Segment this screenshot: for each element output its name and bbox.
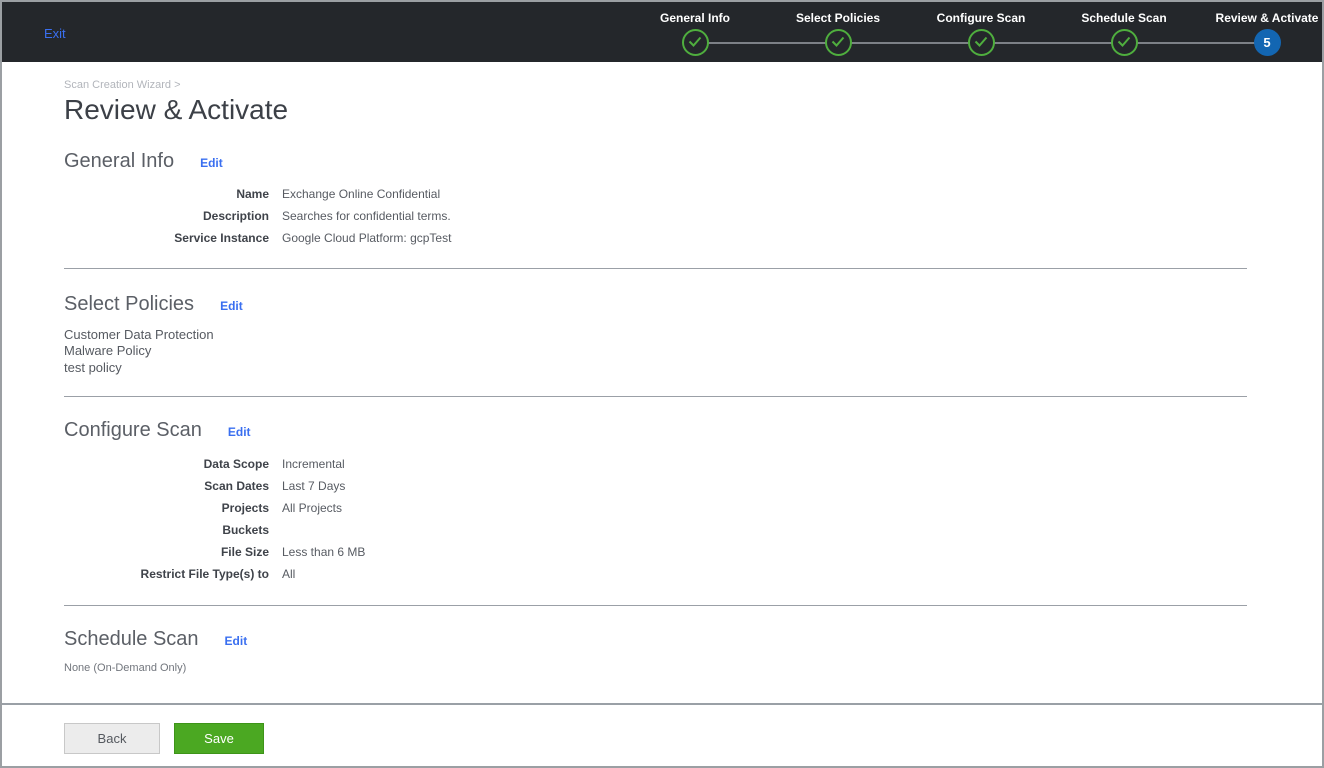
step-label: Review & Activate [1215, 11, 1319, 25]
step-label: General Info [659, 11, 730, 25]
step-general-info[interactable]: General Info [623, 11, 767, 56]
step-select-policies[interactable]: Select Policies [766, 11, 910, 56]
step-circle-complete [967, 29, 995, 56]
section-title: General Info [64, 150, 175, 172]
main-content: Scan Creation Wizard > Review & Activate… [2, 62, 1322, 675]
section-select-policies-header: Select Policies Edit [64, 293, 1322, 315]
general-info-fields: Name Exchange Online Confidential Descri… [64, 187, 1322, 253]
step-label: Configure Scan [936, 11, 1026, 25]
breadcrumb: Scan Creation Wizard > [64, 62, 1322, 92]
field-row-scan-dates: Scan Dates Last 7 Days [64, 479, 1322, 501]
policy-item: Customer Data Protection [64, 327, 214, 342]
footer-divider [2, 703, 1322, 705]
field-row-description: Description Searches for confidential te… [64, 209, 1322, 231]
field-value: Searches for confidential terms. [282, 209, 451, 223]
section-divider [64, 395, 1247, 397]
step-label: Select Policies [795, 11, 881, 25]
field-value: Google Cloud Platform: gcpTest [282, 231, 452, 245]
field-label: Scan Dates [204, 478, 269, 493]
field-row-file-size: File Size Less than 6 MB [64, 545, 1322, 567]
step-label: Schedule Scan [1081, 11, 1167, 25]
field-label: Data Scope [203, 456, 269, 471]
field-label: Description [202, 209, 269, 223]
configure-scan-fields: Data Scope Incremental Scan Dates Last 7… [64, 457, 1322, 589]
field-value: All Projects [282, 500, 343, 515]
policy-item: test policy [64, 359, 122, 375]
step-circle-current: 5 [1253, 29, 1281, 56]
field-value: All [282, 566, 296, 581]
check-icon [688, 34, 702, 52]
step-number: 5 [1263, 35, 1271, 50]
back-button[interactable]: Back [64, 723, 160, 754]
footer-buttons: Back Save [64, 723, 264, 754]
edit-schedule-scan-link[interactable]: Edit [225, 634, 248, 648]
field-value: Incremental [282, 456, 345, 471]
save-button[interactable]: Save [174, 723, 264, 754]
field-value: Last 7 Days [282, 478, 346, 493]
field-label: Service Instance [174, 231, 269, 245]
page-title: Review & Activate [64, 94, 289, 125]
field-row-data-scope: Data Scope Incremental [64, 457, 1322, 479]
field-row-restrict-file-types: Restrict File Type(s) to All [64, 567, 1322, 589]
field-label: Restrict File Type(s) to [140, 566, 269, 581]
field-value: Exchange Online Confidential [282, 187, 441, 201]
field-row-service-instance: Service Instance Google Cloud Platform: … [64, 231, 1322, 253]
step-schedule-scan[interactable]: Schedule Scan [1052, 11, 1196, 56]
step-circle-complete [1110, 29, 1138, 56]
field-label: Buckets [222, 522, 269, 537]
breadcrumb-separator: > [174, 79, 181, 91]
section-title: Select Policies [64, 293, 195, 315]
field-label: File Size [220, 544, 269, 559]
policy-item: Malware Policy [64, 343, 152, 359]
section-divider [64, 268, 1247, 269]
section-title: Configure Scan [64, 418, 202, 441]
section-general-info-header: General Info Edit [64, 150, 1322, 172]
step-circle-complete [824, 29, 852, 56]
section-divider [64, 604, 1247, 606]
edit-select-policies-link[interactable]: Edit [220, 299, 243, 313]
check-icon [1117, 34, 1131, 52]
breadcrumb-link[interactable]: Scan Creation Wizard [64, 79, 171, 91]
edit-general-info-link[interactable]: Edit [200, 156, 223, 170]
schedule-scan-value: None (On-Demand Only) [64, 661, 187, 674]
section-title: Schedule Scan [64, 627, 199, 650]
section-schedule-scan-header: Schedule Scan Edit [64, 628, 1322, 650]
check-icon [831, 34, 845, 52]
step-review-activate[interactable]: Review & Activate 5 [1195, 11, 1322, 56]
field-row-name: Name Exchange Online Confidential [64, 187, 1322, 209]
edit-configure-scan-link[interactable]: Edit [228, 425, 251, 439]
step-configure-scan[interactable]: Configure Scan [909, 11, 1053, 56]
check-icon [974, 34, 988, 52]
field-value: Less than 6 MB [282, 544, 366, 559]
policy-list: Customer Data Protection Malware Policy … [64, 327, 1322, 376]
step-circle-complete [681, 29, 709, 56]
field-label: Projects [221, 500, 269, 515]
section-configure-scan-header: Configure Scan Edit [64, 419, 1322, 441]
field-label: Name [236, 187, 269, 201]
exit-link[interactable]: Exit [44, 26, 66, 41]
field-row-buckets: Buckets [64, 523, 1322, 545]
scan-wizard-window: Exit General Info Select Policies Config… [0, 0, 1324, 768]
field-row-projects: Projects All Projects [64, 501, 1322, 523]
wizard-header: Exit General Info Select Policies Config… [2, 2, 1322, 62]
